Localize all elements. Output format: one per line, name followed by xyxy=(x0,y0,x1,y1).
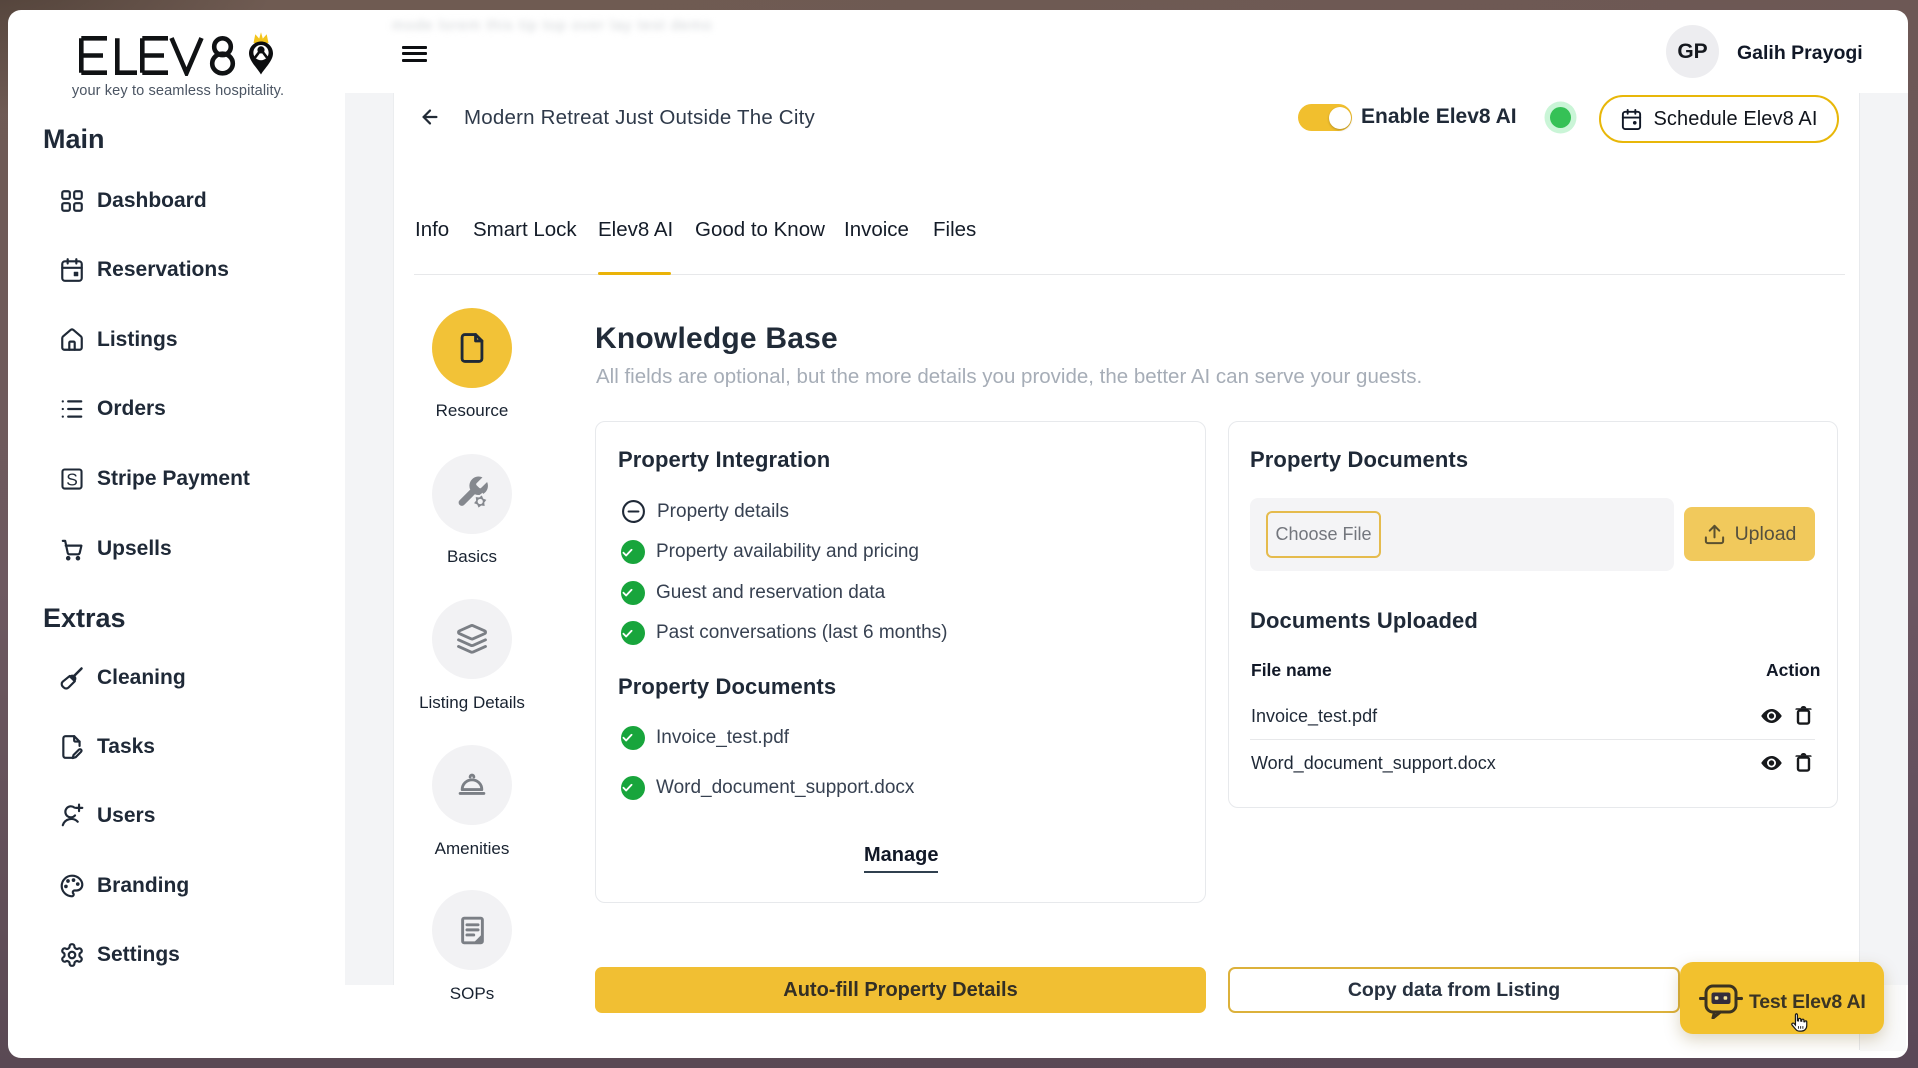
svg-text:S: S xyxy=(66,469,78,489)
